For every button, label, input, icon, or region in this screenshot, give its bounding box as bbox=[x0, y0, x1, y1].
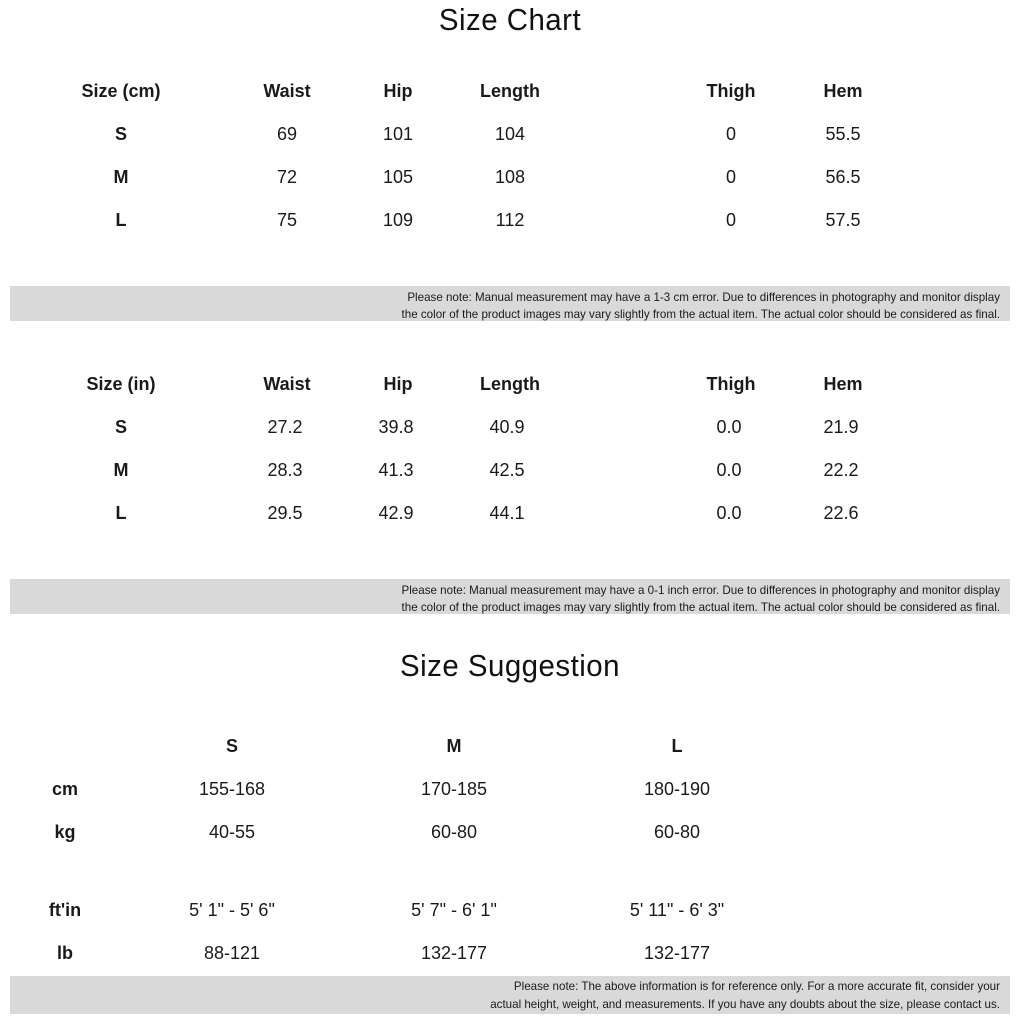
size-label: L bbox=[115, 210, 127, 230]
weight-range: 60-80 bbox=[653, 822, 701, 842]
header-hem: Hem bbox=[823, 81, 863, 101]
size-chart-title: Size Chart bbox=[438, 2, 582, 37]
height-range: 5' 1" - 5' 6" bbox=[189, 900, 275, 920]
header-size-in: Size (in) bbox=[86, 374, 156, 394]
height-range: 5' 11" - 6' 3" bbox=[629, 900, 725, 920]
size-header: L bbox=[671, 736, 683, 756]
weight-range: 88-121 bbox=[203, 943, 261, 963]
hem-value: 22.6 bbox=[823, 503, 859, 523]
size-label: M bbox=[113, 460, 129, 480]
row-label: lb bbox=[57, 943, 73, 963]
weight-range: 132-177 bbox=[420, 943, 488, 963]
size-suggestion-title: Size Suggestion bbox=[400, 648, 620, 683]
note-line: Please note: Manual measurement may have… bbox=[401, 584, 1001, 597]
hem-value: 57.5 bbox=[825, 210, 861, 230]
length-value: 104 bbox=[494, 124, 526, 144]
row-label: ft'in bbox=[48, 900, 82, 920]
row-label: kg bbox=[54, 822, 76, 842]
length-value: 40.9 bbox=[489, 417, 525, 437]
length-value: 44.1 bbox=[489, 503, 525, 523]
length-value: 112 bbox=[495, 210, 525, 230]
hem-value: 22.2 bbox=[823, 460, 859, 480]
row-label: cm bbox=[51, 779, 78, 799]
note-line: the color of the product images may vary… bbox=[401, 601, 1000, 614]
measurement-note-in: Please note: Manual measurement may have… bbox=[10, 579, 1010, 614]
header-length: Length bbox=[480, 374, 540, 394]
size-label: S bbox=[114, 417, 127, 437]
height-range: 180-190 bbox=[643, 779, 711, 799]
weight-range: 40-55 bbox=[208, 822, 256, 842]
weight-range: 132-177 bbox=[643, 943, 711, 963]
height-range: 5' 7" - 6' 1" bbox=[411, 900, 497, 920]
note-line: Please note: Manual measurement may have… bbox=[407, 291, 1000, 304]
size-label: S bbox=[114, 124, 127, 144]
header-length: Length bbox=[480, 81, 540, 101]
height-range: 170-185 bbox=[420, 779, 488, 799]
size-header: S bbox=[225, 736, 238, 756]
note-line: Please note: The above information is fo… bbox=[513, 980, 1000, 993]
hem-value: 55.5 bbox=[825, 124, 861, 144]
note-line: actual height, weight, and measurements.… bbox=[490, 998, 1000, 1011]
size-header: M bbox=[446, 736, 462, 756]
weight-range: 60-80 bbox=[430, 822, 478, 842]
length-value: 42.5 bbox=[489, 460, 525, 480]
note-line: the color of the product images may vary… bbox=[401, 308, 1000, 321]
measurement-note-cm: Please note: Manual measurement may have… bbox=[10, 286, 1010, 321]
hem-value: 21.9 bbox=[823, 417, 859, 437]
header-hem: Hem bbox=[823, 374, 863, 394]
header-size-cm: Size (cm) bbox=[81, 81, 161, 101]
reference-note: Please note: The above information is fo… bbox=[10, 976, 1010, 1014]
length-value: 108 bbox=[494, 167, 526, 187]
height-range: 155-168 bbox=[198, 779, 266, 799]
size-label: M bbox=[113, 167, 129, 187]
size-label: L bbox=[115, 503, 127, 523]
hem-value: 56.5 bbox=[825, 167, 861, 187]
